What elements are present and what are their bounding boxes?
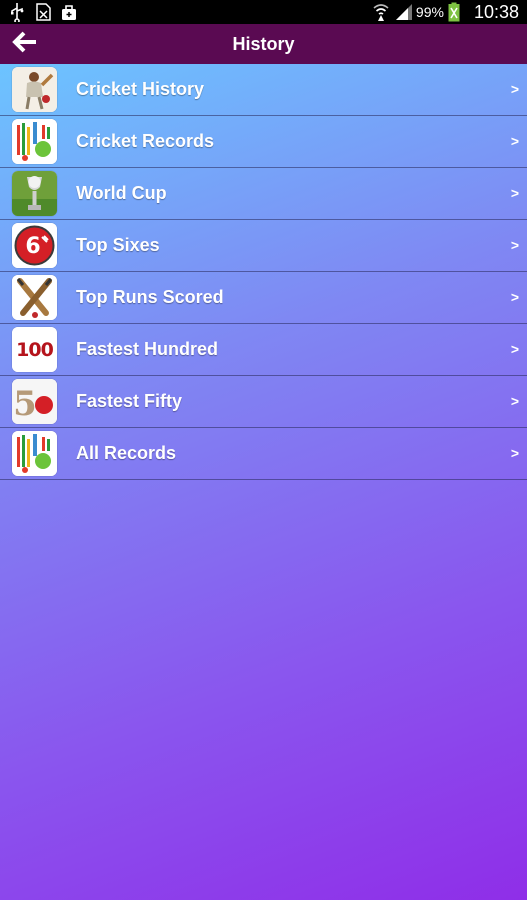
list-item-all-records[interactable]: All Records > xyxy=(0,428,527,480)
list-item-cricket-history[interactable]: Cricket History > xyxy=(0,64,527,116)
world-cup-icon xyxy=(12,171,57,216)
screen: 99% 10:38 History Cricket History > Cric… xyxy=(0,0,527,900)
cricket-history-icon xyxy=(12,67,57,112)
clock: 10:38 xyxy=(473,1,519,22)
usb-icon xyxy=(8,2,26,24)
list-item-label: Cricket Records xyxy=(76,131,215,151)
chevron-right-icon: > xyxy=(510,393,519,409)
all-records-icon xyxy=(12,431,57,476)
wifi-icon xyxy=(372,2,390,22)
fastest-hundred-icon: 100 xyxy=(12,327,57,372)
cricket-records-icon xyxy=(12,119,57,164)
chevron-right-icon: > xyxy=(510,445,519,461)
list-item-fastest-fifty[interactable]: 5 Fastest Fifty > xyxy=(0,376,527,428)
chevron-right-icon: > xyxy=(510,185,519,201)
list-item-label: Fastest Fifty xyxy=(76,391,183,411)
list-item-label: Top Sixes xyxy=(76,235,160,255)
sixes-icon-text: 6 xyxy=(25,234,40,259)
chevron-right-icon: > xyxy=(510,237,519,253)
list-item-label: World Cup xyxy=(76,183,167,203)
chevron-right-icon: > xyxy=(510,341,519,357)
chevron-right-icon: > xyxy=(510,81,519,97)
list-item-label: All Records xyxy=(76,443,177,463)
hundred-icon-text: 100 xyxy=(16,339,53,361)
battery-percent: 99% xyxy=(415,4,444,20)
fastest-fifty-icon: 5 xyxy=(12,379,57,424)
page-title: History xyxy=(232,33,295,54)
history-content: Cricket History > Cricket Records > Worl… xyxy=(0,64,527,900)
crossed-bats-icon xyxy=(12,275,57,320)
sim-missing-icon xyxy=(34,2,52,22)
list-item-cricket-records[interactable]: Cricket Records > xyxy=(0,116,527,168)
list-item-fastest-hundred[interactable]: 100 Fastest Hundred > xyxy=(0,324,527,376)
chevron-right-icon: > xyxy=(510,133,519,149)
signal-icon xyxy=(394,2,412,22)
list-item-world-cup[interactable]: World Cup > xyxy=(0,168,527,220)
list-item-top-runs-scored[interactable]: Top Runs Scored > xyxy=(0,272,527,324)
back-button[interactable] xyxy=(6,28,42,60)
status-bar: 99% 10:38 xyxy=(0,0,527,24)
list-item-label: Fastest Hundred xyxy=(76,339,219,359)
top-sixes-icon: 6 xyxy=(12,223,57,268)
list-item-top-sixes[interactable]: 6 Top Sixes > xyxy=(0,220,527,272)
history-list: Cricket History > Cricket Records > Worl… xyxy=(0,64,527,480)
status-right: 99% 10:38 xyxy=(372,0,519,24)
status-left-icons xyxy=(8,2,78,24)
bag-icon xyxy=(60,2,78,22)
action-bar: History xyxy=(0,24,527,65)
list-item-label: Top Runs Scored xyxy=(76,287,224,307)
fifty-icon-text: 5 xyxy=(13,384,37,424)
list-item-label: Cricket History xyxy=(76,79,205,99)
chevron-right-icon: > xyxy=(510,289,519,305)
back-arrow-icon xyxy=(10,30,38,59)
battery-icon xyxy=(448,2,466,22)
